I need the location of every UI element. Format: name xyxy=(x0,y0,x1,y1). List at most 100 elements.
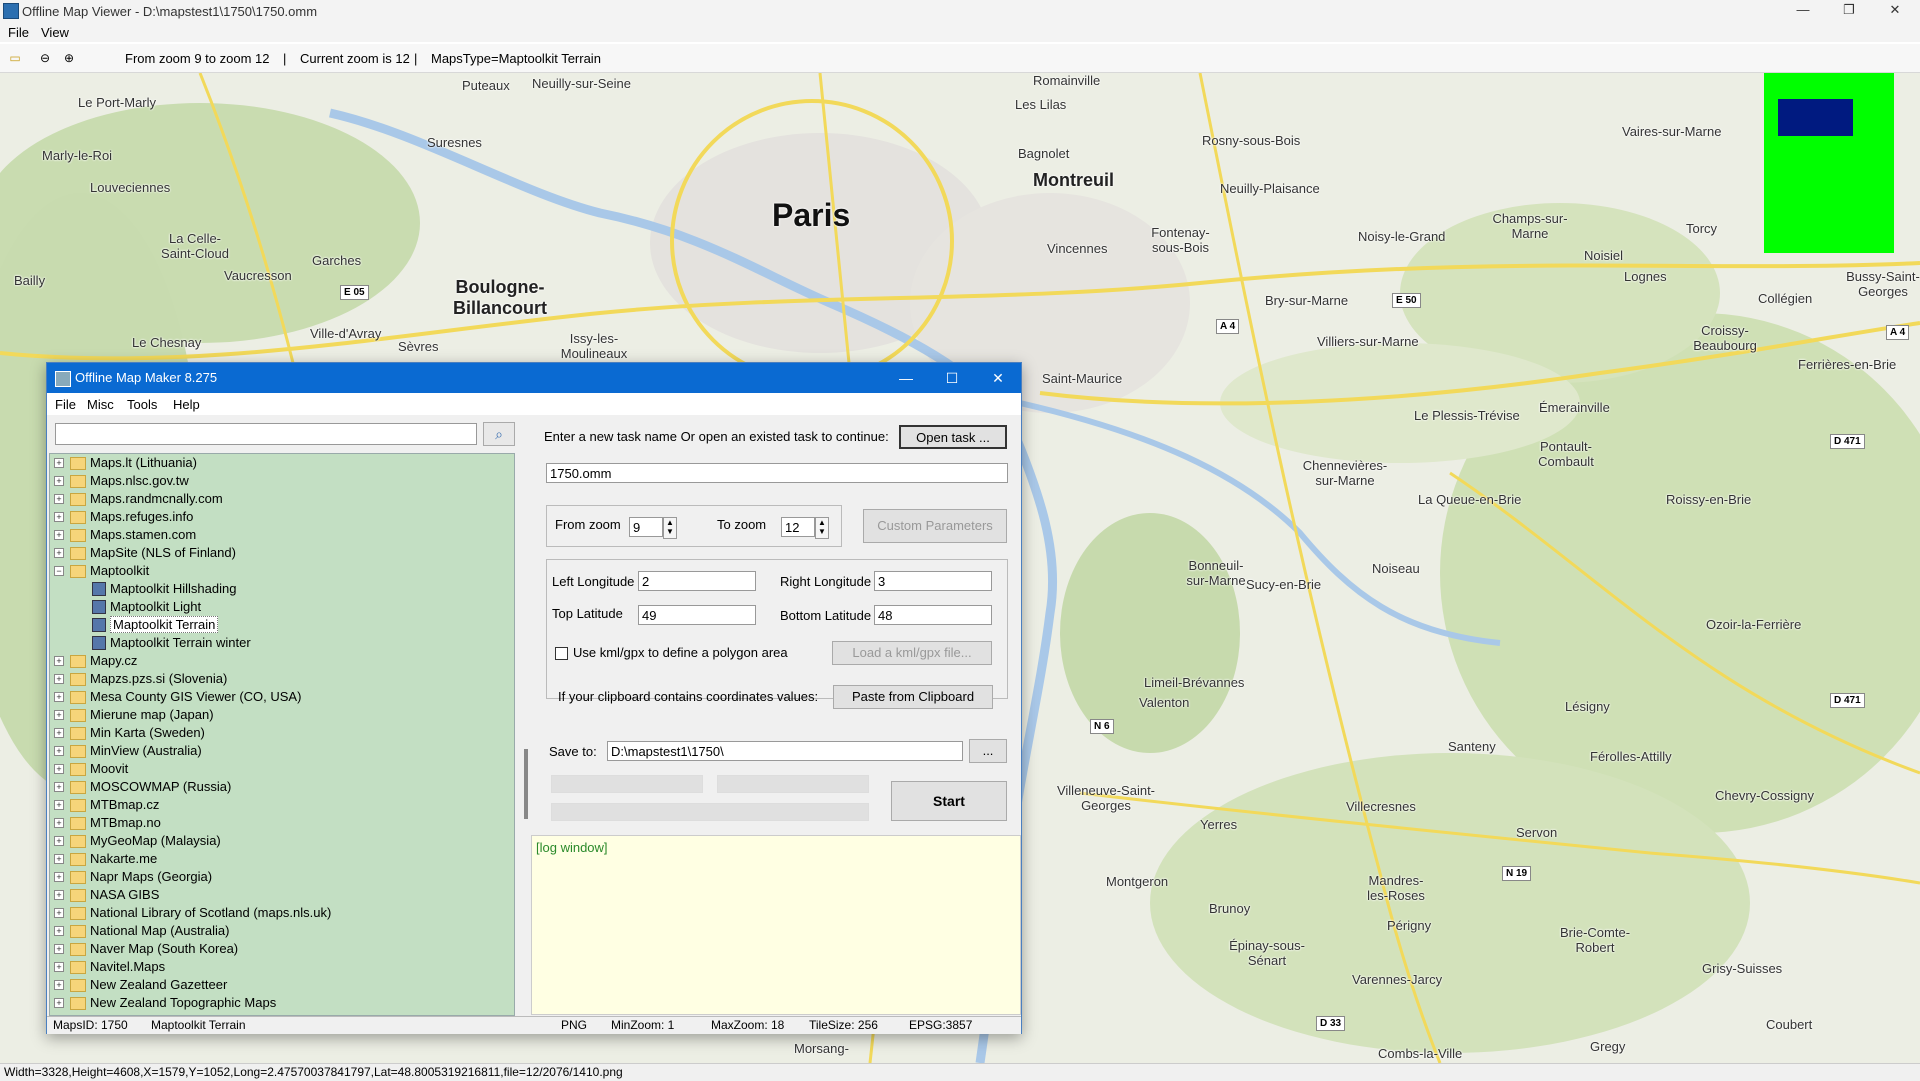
dialog-close-button[interactable]: ✕ xyxy=(975,363,1021,393)
search-icon[interactable]: ⌕ xyxy=(483,422,515,446)
tree-folder[interactable]: + Navitel.Maps xyxy=(50,958,510,976)
tree-map-item[interactable]: Maptoolkit Hillshading xyxy=(50,580,510,598)
log-window[interactable]: [log window] xyxy=(531,835,1021,1015)
dialog-minimize-button[interactable]: — xyxy=(883,363,929,393)
minimap[interactable] xyxy=(1764,73,1894,253)
tree-folder[interactable]: − Maptoolkit xyxy=(50,562,510,580)
tree-folder[interactable]: + Nakarte.me xyxy=(50,850,510,868)
paste-clipboard-button[interactable]: Paste from Clipboard xyxy=(833,685,993,709)
expand-icon[interactable]: + xyxy=(54,728,64,738)
expand-icon[interactable]: + xyxy=(54,872,64,882)
tree-map-item[interactable]: Maptoolkit Light xyxy=(50,598,510,616)
open-task-button[interactable]: Open task ... xyxy=(899,425,1007,449)
dialog-menu-misc[interactable]: Misc xyxy=(87,397,114,412)
expand-icon[interactable]: + xyxy=(54,674,64,684)
tree-scrollbar[interactable] xyxy=(521,453,531,1014)
expand-icon[interactable]: + xyxy=(54,998,64,1008)
scrollbar-thumb[interactable] xyxy=(524,749,528,819)
expand-icon[interactable]: + xyxy=(54,944,64,954)
tree-folder[interactable]: + Maps.refuges.info xyxy=(50,508,510,526)
tree-folder[interactable]: + Maps.stamen.com xyxy=(50,526,510,544)
expand-icon[interactable]: + xyxy=(54,800,64,810)
expand-icon[interactable]: + xyxy=(54,818,64,828)
expand-icon[interactable]: + xyxy=(54,908,64,918)
expand-icon[interactable]: + xyxy=(54,764,64,774)
expand-icon[interactable]: + xyxy=(54,746,64,756)
save-to-input[interactable]: D:\mapstest1\1750\ xyxy=(607,741,963,761)
expand-icon[interactable]: + xyxy=(54,980,64,990)
map-source-tree[interactable]: + Maps.lt (Lithuania) + Maps.nlsc.gov.tw + Ma… xyxy=(49,453,515,1016)
task-name-input[interactable]: 1750.omm xyxy=(546,463,1008,483)
tree-folder[interactable]: + Maps.randmcnally.com xyxy=(50,490,510,508)
close-button[interactable]: ✕ xyxy=(1872,0,1918,22)
tree-folder[interactable]: + Napr Maps (Georgia) xyxy=(50,868,510,886)
expand-icon[interactable]: + xyxy=(54,476,64,486)
tree-folder[interactable]: + MyGeoMap (Malaysia) xyxy=(50,832,510,850)
zoom-out-icon[interactable]: ⊖ xyxy=(38,51,52,65)
load-kml-button[interactable]: Load a kml/gpx file... xyxy=(832,641,992,665)
tree-folder[interactable]: + Moovit xyxy=(50,760,510,778)
bottom-latitude-input[interactable]: 48 xyxy=(874,605,992,625)
expand-icon[interactable]: + xyxy=(54,548,64,558)
tree-folder[interactable]: + NASA GIBS xyxy=(50,886,510,904)
tree-folder[interactable]: + MOSCOWMAP (Russia) xyxy=(50,778,510,796)
menu-view[interactable]: View xyxy=(41,25,69,40)
tree-map-item[interactable]: Maptoolkit Terrain xyxy=(50,616,510,634)
tree-folder[interactable]: + New Zealand Gazetteer xyxy=(50,976,510,994)
tree-folder[interactable]: + Mesa County GIS Viewer (CO, USA) xyxy=(50,688,510,706)
tree-folder[interactable]: + MapSite (NLS of Finland) xyxy=(50,544,510,562)
expand-icon[interactable]: + xyxy=(54,710,64,720)
tree-folder[interactable]: + Maps.lt (Lithuania) xyxy=(50,454,510,472)
tree-folder[interactable]: + Min Karta (Sweden) xyxy=(50,724,510,742)
minimize-button[interactable]: — xyxy=(1780,0,1826,22)
tree-folder[interactable]: + MinView (Australia) xyxy=(50,742,510,760)
from-zoom-input[interactable]: 9 xyxy=(629,517,663,537)
maximize-button[interactable]: ❐ xyxy=(1826,0,1872,22)
tree-folder[interactable]: + National Library of Scotland (maps.nls.… xyxy=(50,904,510,922)
tree-folder[interactable]: + Mierune map (Japan) xyxy=(50,706,510,724)
menu-file[interactable]: File xyxy=(8,25,29,40)
right-longitude-input[interactable]: 3 xyxy=(874,571,992,591)
expand-icon[interactable]: + xyxy=(54,782,64,792)
tree-folder[interactable]: + Mapy.cz xyxy=(50,652,510,670)
tree-map-item[interactable]: Maptoolkit Terrain winter xyxy=(50,634,510,652)
dialog-maximize-button[interactable]: ☐ xyxy=(929,363,975,393)
from-zoom-spinner[interactable]: ▲ ▼ xyxy=(663,517,677,539)
expand-icon[interactable]: + xyxy=(54,692,64,702)
tree-folder[interactable]: + National Map (Australia) xyxy=(50,922,510,940)
dialog-menu-tools[interactable]: Tools xyxy=(127,397,157,412)
tree-folder[interactable]: + MTBmap.no xyxy=(50,814,510,832)
custom-parameters-button[interactable]: Custom Parameters xyxy=(863,509,1007,543)
to-zoom-spinner[interactable]: ▲ ▼ xyxy=(815,517,829,539)
dialog-menu-help[interactable]: Help xyxy=(173,397,200,412)
collapse-icon[interactable]: − xyxy=(54,566,64,576)
zoom-in-icon[interactable]: ⊕ xyxy=(62,51,76,65)
map-label: Chennevières-sur-Marne xyxy=(1302,458,1388,488)
browse-button[interactable]: ... xyxy=(969,739,1007,763)
tree-folder[interactable]: + Naver Map (South Korea) xyxy=(50,940,510,958)
tile-size: TileSize: 256 xyxy=(809,1018,878,1032)
to-zoom-input[interactable]: 12 xyxy=(781,517,815,537)
expand-icon[interactable]: + xyxy=(54,962,64,972)
left-longitude-input[interactable]: 2 xyxy=(638,571,756,591)
top-latitude-input[interactable]: 49 xyxy=(638,605,756,625)
task-prompt: Enter a new task name Or open an existed… xyxy=(544,429,889,444)
tree-folder[interactable]: + New Zealand Topographic Maps xyxy=(50,994,510,1012)
expand-icon[interactable]: + xyxy=(54,836,64,846)
map-search-input[interactable] xyxy=(55,423,477,445)
expand-icon[interactable]: + xyxy=(54,494,64,504)
start-button[interactable]: Start xyxy=(891,781,1007,821)
open-folder-icon[interactable]: ▭ xyxy=(8,51,22,65)
expand-icon[interactable]: + xyxy=(54,890,64,900)
tree-folder[interactable]: + Maps.nlsc.gov.tw xyxy=(50,472,510,490)
tree-folder[interactable]: + Mapzs.pzs.si (Slovenia) xyxy=(50,670,510,688)
expand-icon[interactable]: + xyxy=(54,530,64,540)
dialog-menu-file[interactable]: File xyxy=(55,397,76,412)
expand-icon[interactable]: + xyxy=(54,512,64,522)
expand-icon[interactable]: + xyxy=(54,926,64,936)
expand-icon[interactable]: + xyxy=(54,854,64,864)
kml-checkbox[interactable] xyxy=(555,647,568,660)
tree-folder[interactable]: + MTBmap.cz xyxy=(50,796,510,814)
expand-icon[interactable]: + xyxy=(54,656,64,666)
expand-icon[interactable]: + xyxy=(54,458,64,468)
